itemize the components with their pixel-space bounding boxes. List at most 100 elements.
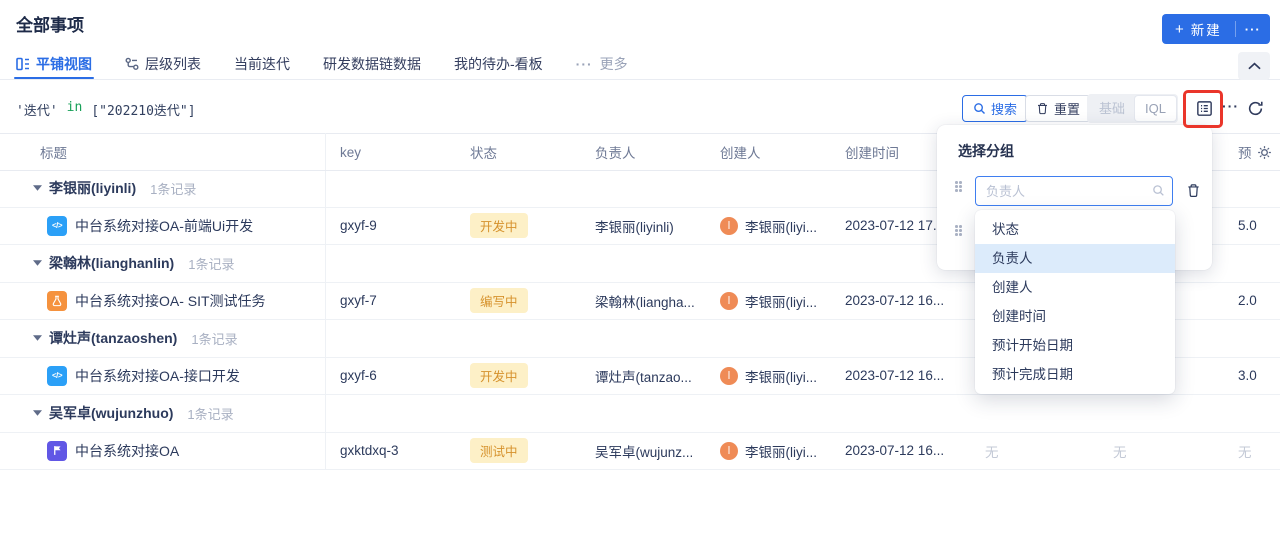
group-count: 1条记录 (191, 331, 238, 347)
task-title[interactable]: 中台系统对接OA-前端Ui开发 (75, 216, 253, 236)
option-planned-finish[interactable]: 预计完成日期 (975, 360, 1175, 389)
task-title[interactable]: 中台系统对接OA (75, 441, 179, 461)
status-badge: 开发中 (470, 213, 528, 239)
group-row[interactable]: 吴军卓(wujunzhuo) 1条记录 (0, 395, 1280, 433)
collapse-toolbar-button[interactable] (1238, 52, 1270, 80)
option-status[interactable]: 状态 (975, 215, 1175, 244)
new-item-button[interactable]: + 新建 (1162, 19, 1235, 39)
group-name: 李银丽(liyinli) (49, 180, 137, 197)
reset-button[interactable]: 重置 (1025, 95, 1092, 122)
creator-name: 李银丽(liyi... (745, 219, 817, 235)
new-item-label: 新建 (1190, 23, 1222, 38)
group-field-dropdown: 状态 负责人 创建人 创建时间 预计开始日期 预计完成日期 (975, 210, 1175, 394)
more-actions-icon[interactable]: ··· (1222, 98, 1239, 114)
chevron-up-icon (1247, 62, 1261, 70)
group-count: 1条记录 (150, 181, 197, 197)
column-header-status[interactable]: 状态 (470, 134, 497, 170)
column-header-creator[interactable]: 创建人 (720, 134, 761, 170)
search-button[interactable]: 搜索 (962, 95, 1029, 122)
tab-current-iteration[interactable]: 当前迭代 (234, 48, 290, 79)
tab-label: 我的待办-看板 (454, 55, 543, 72)
option-created-time[interactable]: 创建时间 (975, 302, 1175, 331)
app-window: 全部事项 + 新建 ··· 平铺视图 层级列表 当前迭代 研发数据链数据 我的待… (0, 0, 1280, 537)
status-cell: 开发中 (470, 208, 528, 245)
caret-down-icon[interactable] (33, 260, 42, 266)
caret-down-icon[interactable] (33, 410, 42, 416)
tab-rd-data-chain[interactable]: 研发数据链数据 (323, 48, 421, 79)
hierarchy-icon (125, 57, 139, 71)
caret-down-icon[interactable] (33, 185, 42, 191)
refresh-icon[interactable] (1247, 100, 1264, 117)
option-planned-start[interactable]: 预计开始日期 (975, 331, 1175, 360)
creator-cell: l 李银丽(liyi... (720, 433, 817, 470)
creator-name: 李银丽(liyi... (745, 369, 817, 385)
estimate-cell: 3.0 (1238, 368, 1257, 384)
query-operator: in (66, 100, 83, 115)
dev-task-icon: </> (47, 365, 67, 386)
task-title[interactable]: 中台系统对接OA-接口开发 (75, 366, 240, 386)
key-cell: gxyf-9 (340, 218, 377, 234)
new-item-split-button[interactable]: + 新建 ··· (1162, 14, 1270, 44)
table-row[interactable]: 中台系统对接OA gxktdxq-3 测试中 吴军卓(wujunz... l 李… (0, 433, 1280, 470)
tab-label: 平铺视图 (36, 55, 92, 72)
estimate-cell: 5.0 (1238, 218, 1257, 234)
creator-name: 李银丽(liyi... (745, 294, 817, 310)
query-mode-toggle[interactable]: 基础 IQL (1087, 94, 1178, 123)
estimate-cell: 2.0 (1238, 293, 1257, 309)
caret-down-icon[interactable] (33, 335, 42, 341)
delete-group-icon[interactable] (1186, 183, 1201, 198)
group-field-input[interactable] (975, 176, 1173, 206)
tab-hierarchy-list[interactable]: 层级列表 (125, 48, 201, 79)
search-icon (973, 102, 986, 115)
status-cell: 开发中 (470, 358, 528, 395)
column-header-key[interactable]: key (340, 134, 361, 170)
iql-query[interactable]: '迭代' in ["202210迭代"] (16, 100, 196, 119)
mode-basic[interactable]: 基础 (1089, 96, 1135, 121)
reset-label: 重置 (1054, 102, 1081, 117)
option-assignee[interactable]: 负责人 (975, 244, 1175, 273)
tab-label: 更多 (599, 55, 628, 72)
flag-task-icon (47, 440, 67, 461)
tab-label: 层级列表 (145, 55, 201, 72)
created-cell: 2023-07-12 16... (845, 368, 945, 384)
trash-icon (1036, 102, 1049, 115)
column-header-assignee[interactable]: 负责人 (595, 134, 636, 170)
key-cell: gxktdxq-3 (340, 443, 399, 459)
query-value: ["202210迭代"] (91, 104, 196, 119)
avatar: l (720, 441, 738, 460)
flat-view-icon (16, 57, 30, 71)
query-field: '迭代' (16, 104, 58, 119)
tab-flat-view[interactable]: 平铺视图 (14, 48, 94, 79)
drag-handle-icon[interactable] (955, 181, 963, 193)
column-header-estimate[interactable]: 预 (1238, 134, 1252, 170)
option-creator[interactable]: 创建人 (975, 273, 1175, 302)
tab-label: 研发数据链数据 (323, 55, 421, 72)
status-cell: 测试中 (470, 433, 528, 470)
key-cell: gxyf-6 (340, 368, 377, 384)
tabs-divider (0, 79, 1280, 80)
column-header-created[interactable]: 创建时间 (845, 134, 899, 170)
plus-icon: + (1175, 20, 1184, 38)
task-title[interactable]: 中台系统对接OA- SIT测试任务 (75, 291, 266, 311)
group-settings-icon[interactable] (1195, 99, 1214, 118)
status-cell: 编写中 (470, 283, 528, 320)
group-name: 谭灶声(tanzaoshen) (49, 330, 178, 347)
group-name: 梁翰林(lianghanlin) (49, 255, 175, 272)
tab-my-todo-board[interactable]: 我的待办-看板 (454, 48, 543, 79)
group-count: 1条记录 (188, 256, 235, 272)
mode-iql[interactable]: IQL (1135, 96, 1176, 121)
creator-name: 李银丽(liyi... (745, 444, 817, 460)
new-item-more-button[interactable]: ··· (1236, 22, 1270, 37)
tab-more[interactable]: ··· 更多 (576, 48, 628, 79)
column-config-gear-icon[interactable] (1257, 134, 1272, 170)
drag-handle-icon[interactable] (955, 225, 963, 237)
avatar: l (720, 366, 738, 385)
assignee-cell: 梁翰林(liangha... (595, 294, 695, 310)
column-header-title[interactable]: 标题 (40, 134, 67, 170)
page-title: 全部事项 (16, 16, 84, 35)
created-cell: 2023-07-12 16... (845, 293, 945, 309)
creator-cell: l 李银丽(liyi... (720, 208, 817, 245)
view-tabs: 平铺视图 层级列表 当前迭代 研发数据链数据 我的待办-看板 ··· 更多 (14, 48, 628, 79)
status-badge: 开发中 (470, 363, 528, 389)
group-count: 1条记录 (187, 406, 234, 422)
